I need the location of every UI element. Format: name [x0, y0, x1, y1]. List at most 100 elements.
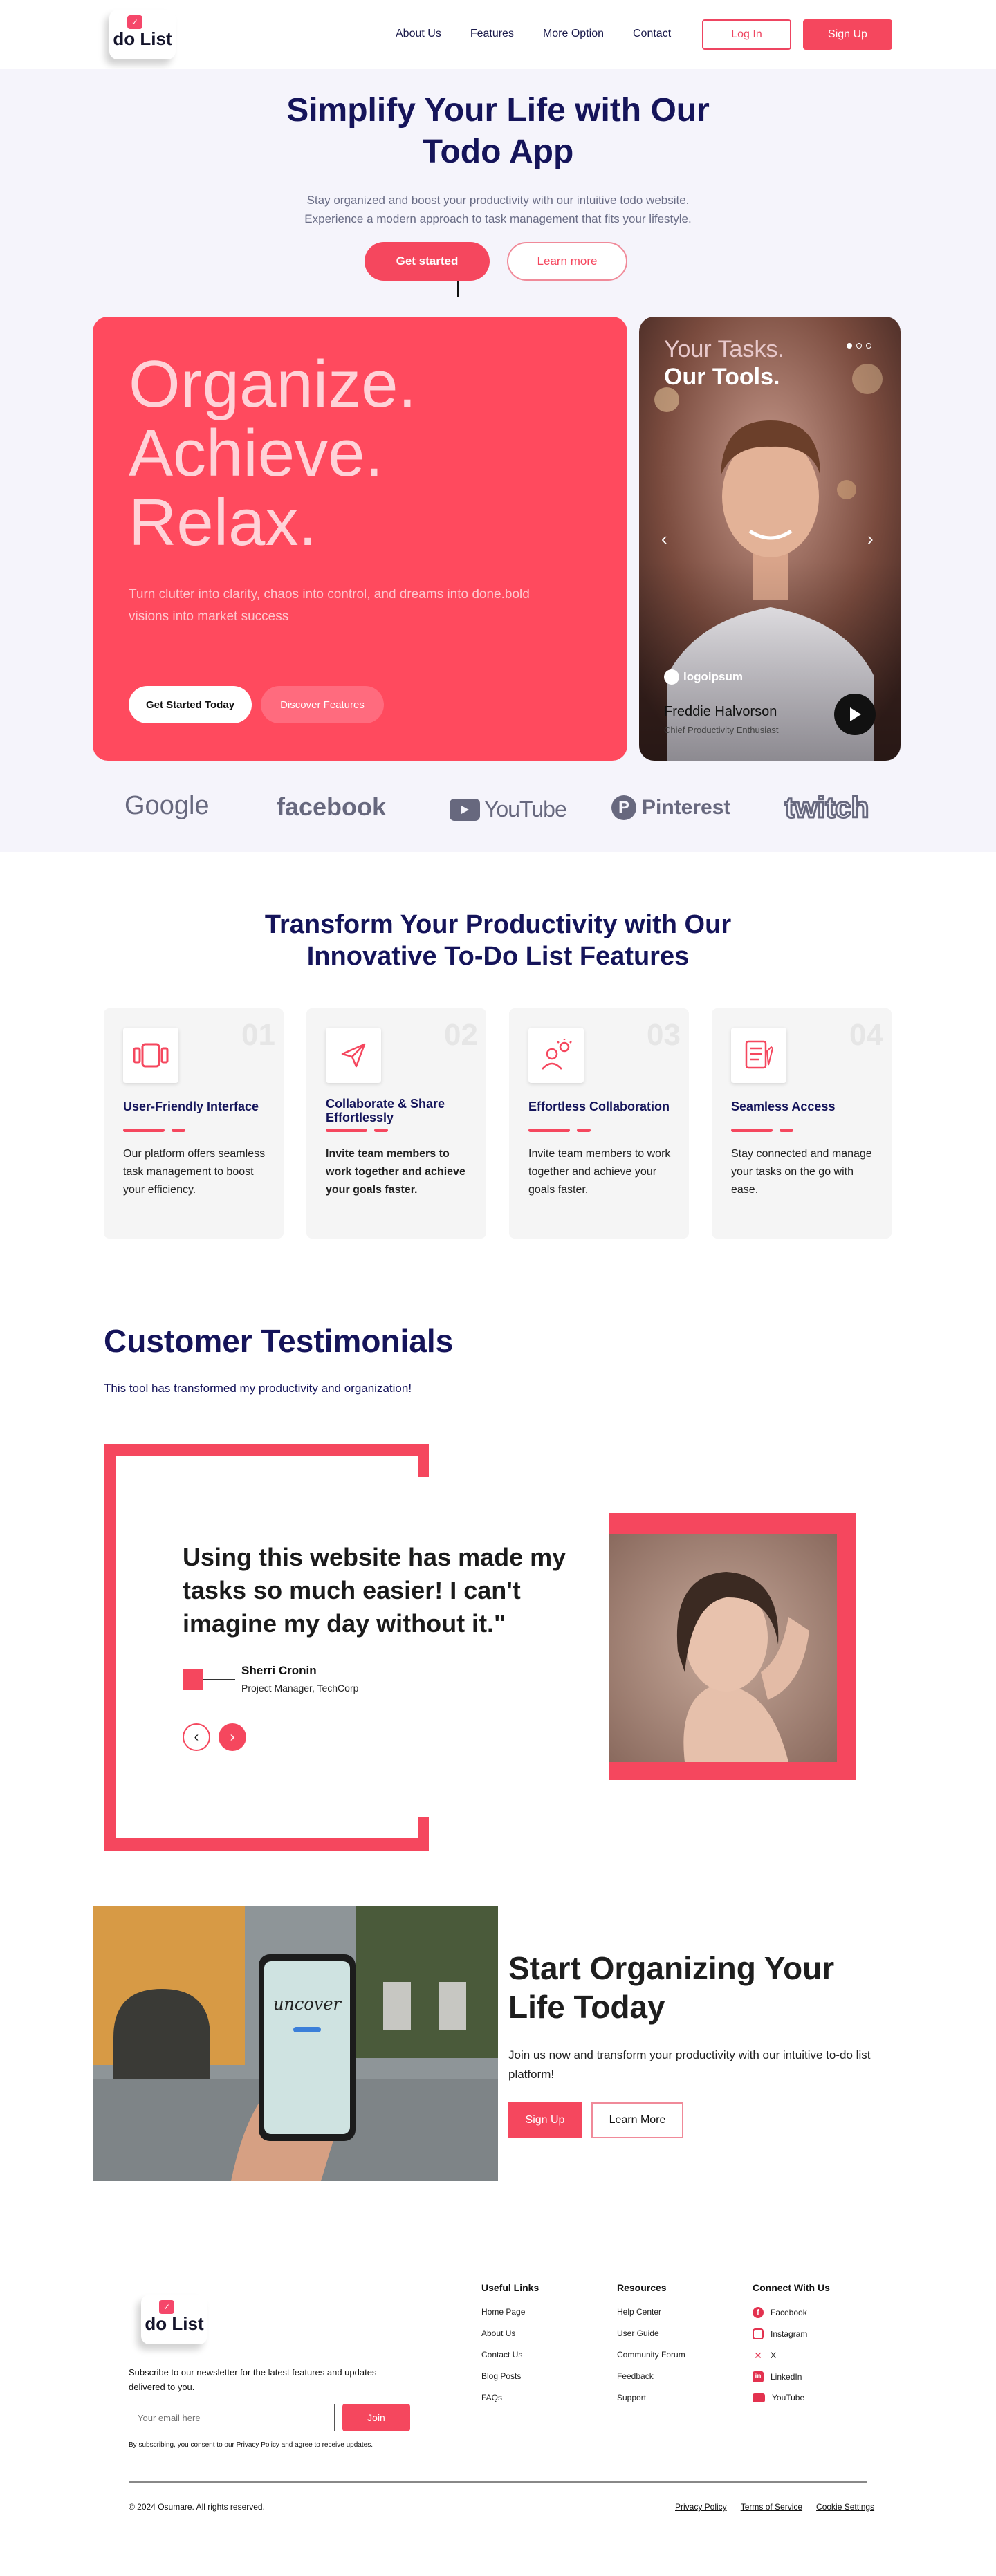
brand-twitch: twitch	[784, 790, 869, 825]
company-logo: logoipsum	[664, 669, 743, 685]
phone-screen-text: uncover	[273, 1994, 342, 2014]
big-word-organize: Organize.	[129, 347, 417, 421]
frame-border	[104, 1444, 116, 1851]
footer-link[interactable]: Contact Us	[481, 2350, 539, 2360]
feature-desc: Our platform offers seamless task manage…	[123, 1148, 266, 1196]
login-button[interactable]: Log In	[702, 19, 791, 50]
youtube-icon	[450, 798, 480, 821]
feature-card: 02 Collaborate & Share Effortlessly Invi…	[306, 1008, 486, 1239]
join-button[interactable]: Join	[342, 2404, 410, 2431]
big-word-relax: Relax.	[129, 485, 317, 559]
feature-title: Collaborate & Share Effortlessly	[326, 1097, 445, 1124]
consent-text: By subscribing, you consent to our Priva…	[129, 2441, 373, 2449]
social-instagram[interactable]: Instagram	[753, 2328, 830, 2339]
play-icon	[850, 707, 861, 721]
feature-card: 01 User-Friendly Interface Our platform …	[104, 1008, 284, 1239]
legal-links: Privacy Policy Terms of Service Cookie S…	[675, 2502, 874, 2512]
feature-number: 01	[241, 1018, 275, 1052]
youtube-icon	[753, 2393, 765, 2402]
accent-bar	[528, 1129, 570, 1132]
feature-number: 02	[444, 1018, 478, 1052]
dot[interactable]	[856, 343, 862, 349]
social-linkedin[interactable]: in LinkedIn	[753, 2371, 830, 2382]
next-testimonial-button[interactable]: ›	[219, 1723, 246, 1751]
check-icon: ✓	[127, 15, 142, 29]
nav-more[interactable]: More Option	[543, 28, 604, 39]
footer-link[interactable]: Feedback	[617, 2371, 685, 2381]
brand-facebook: facebook	[277, 793, 387, 821]
terms-link[interactable]: Terms of Service	[741, 2502, 802, 2512]
footer-social: Connect With Us f Facebook Instagram ✕ X i…	[753, 2282, 830, 2413]
big-word-achieve: Achieve.	[129, 416, 384, 490]
cta-signup-button[interactable]: Sign Up	[508, 2102, 582, 2138]
hero-subtitle-line2: Experience a modern approach to task man…	[304, 212, 692, 225]
social-facebook[interactable]: f Facebook	[753, 2307, 830, 2318]
accent-bar	[172, 1129, 185, 1132]
dot[interactable]	[866, 343, 872, 349]
footer-link[interactable]: FAQs	[481, 2393, 539, 2402]
privacy-link[interactable]: Privacy Policy	[675, 2502, 727, 2512]
reviewer-name: Sherri Cronin	[241, 1664, 317, 1677]
footer-link[interactable]: Blog Posts	[481, 2371, 539, 2381]
reviewer-photo-frame	[609, 1513, 856, 1780]
logo[interactable]: ✓ do List	[109, 10, 176, 59]
footer-link[interactable]: Support	[617, 2393, 685, 2402]
footer-link[interactable]: User Guide	[617, 2328, 685, 2338]
footer-link[interactable]: Help Center	[617, 2307, 685, 2317]
frame-border	[418, 1817, 429, 1851]
nav-contact[interactable]: Contact	[633, 28, 671, 39]
get-started-button[interactable]: Get started	[365, 242, 490, 281]
linkedin-icon: in	[753, 2371, 764, 2382]
learn-more-button[interactable]: Learn more	[507, 242, 627, 281]
features-section: Transform Your Productivity with Our Inn…	[0, 852, 996, 1253]
company-logo-text: logoipsum	[683, 670, 743, 683]
card-discover-button[interactable]: Discover Features	[261, 686, 384, 723]
features-title-line2: Innovative To-Do List Features	[306, 942, 690, 971]
dot-active[interactable]	[847, 343, 852, 349]
hero-subtitle-line1: Stay organized and boost your productivi…	[306, 194, 690, 207]
accent-bar	[577, 1129, 591, 1132]
main-nav: About Us Features More Option Contact	[396, 28, 700, 40]
copyright: © 2024 Osumare. All rights reserved.	[129, 2502, 265, 2512]
nav-about[interactable]: About Us	[396, 28, 441, 39]
cookie-link[interactable]: Cookie Settings	[816, 2502, 874, 2512]
pinterest-icon: P	[611, 795, 636, 820]
logoipsum-icon	[664, 669, 679, 685]
footer-logo[interactable]: ✓ do List	[141, 2295, 208, 2344]
card-get-started-button[interactable]: Get Started Today	[129, 686, 252, 723]
nav-features[interactable]: Features	[470, 28, 514, 39]
cta-learn-more-button[interactable]: Learn More	[591, 2102, 683, 2138]
footer-heading: Useful Links	[481, 2282, 540, 2293]
social-label: YouTube	[772, 2393, 805, 2402]
features-title: Transform Your Productivity with Our Inn…	[152, 909, 844, 972]
chevron-right-icon[interactable]: ›	[867, 528, 874, 550]
instagram-icon	[753, 2328, 764, 2339]
frame-border	[104, 1838, 429, 1851]
feature-desc: Invite team members to work together and…	[326, 1148, 465, 1196]
social-x[interactable]: ✕ X	[753, 2350, 830, 2361]
carousel-dots	[847, 343, 872, 349]
footer-heading: Resources	[617, 2282, 667, 2293]
site-header: ✓ do List About Us Features More Option Con…	[0, 0, 996, 69]
footer-link[interactable]: Home Page	[481, 2307, 539, 2317]
brand-youtube: YouTube	[450, 797, 567, 822]
signup-button[interactable]: Sign Up	[803, 19, 892, 50]
chevron-left-icon: ‹	[194, 1729, 199, 1745]
email-input[interactable]	[129, 2404, 335, 2431]
feature-title: Effortless Collaboration	[528, 1100, 670, 1113]
footer-link[interactable]: Community Forum	[617, 2350, 685, 2360]
feature-title: User-Friendly Interface	[123, 1100, 259, 1113]
hero-title-line2: Todo App	[422, 133, 574, 170]
play-button[interactable]	[834, 694, 876, 735]
prev-testimonial-button[interactable]: ‹	[183, 1723, 210, 1751]
hero-section: Simplify Your Life with Our Todo App Sta…	[0, 69, 996, 852]
x-icon: ✕	[754, 2350, 762, 2361]
social-youtube[interactable]: YouTube	[753, 2393, 830, 2402]
hero-card-text: Turn clutter into clarity, chaos into co…	[129, 587, 530, 624]
brand-pinterest-text: Pinterest	[642, 796, 731, 819]
chevron-left-icon[interactable]: ‹	[661, 528, 667, 550]
reviewer-photo	[609, 1534, 837, 1762]
footer-link[interactable]: About Us	[481, 2328, 539, 2338]
paper-plane-icon	[326, 1028, 381, 1083]
feature-card: 04 Seamless Access Stay connected and ma…	[712, 1008, 892, 1239]
